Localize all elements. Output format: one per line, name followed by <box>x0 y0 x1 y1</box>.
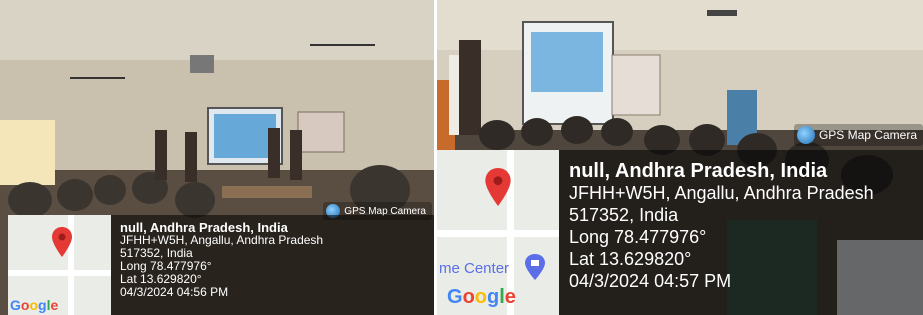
google-logo: Google <box>447 286 516 308</box>
classroom-photo-right: GPS Map Camera me Center Google null, An… <box>437 0 923 315</box>
location-title: null, Andhra Pradesh, India <box>569 160 828 182</box>
longitude-text: Long 78.477976° <box>569 227 707 247</box>
location-info: null, Andhra Pradesh, India JFHH+W5H, An… <box>111 215 323 315</box>
latitude-text: Lat 13.629820° <box>569 249 692 269</box>
globe-icon <box>796 126 815 144</box>
address-line-1: JFHH+W5H, Angallu, Andhra Pradesh <box>569 183 874 203</box>
google-logo: Google <box>10 297 59 313</box>
map-poi-icon <box>525 254 545 280</box>
classroom-photo-left: GPS Map Camera Google null, Andhra Prade… <box>0 0 434 315</box>
datetime-text: 04/3/2024 04:57 PM <box>569 271 732 291</box>
datetime-text: 04/3/2024 04:56 PM <box>120 285 229 299</box>
location-info: null, Andhra Pradesh, India JFHH+W5H, An… <box>559 150 874 315</box>
location-overlay: me Center Google null, Andhra Pradesh, I… <box>437 150 923 315</box>
map-place-label: me Center <box>439 260 510 277</box>
location-overlay: Google null, Andhra Pradesh, India JFHH+… <box>8 215 434 315</box>
map-thumbnail: me Center Google <box>437 150 559 315</box>
address-line-2: 517352, India <box>569 205 679 225</box>
map-pin-icon <box>485 168 511 206</box>
map-pin-icon <box>52 227 72 257</box>
gps-map-camera-badge: GPS Map Camera <box>793 124 923 146</box>
map-thumbnail: Google <box>8 215 111 315</box>
